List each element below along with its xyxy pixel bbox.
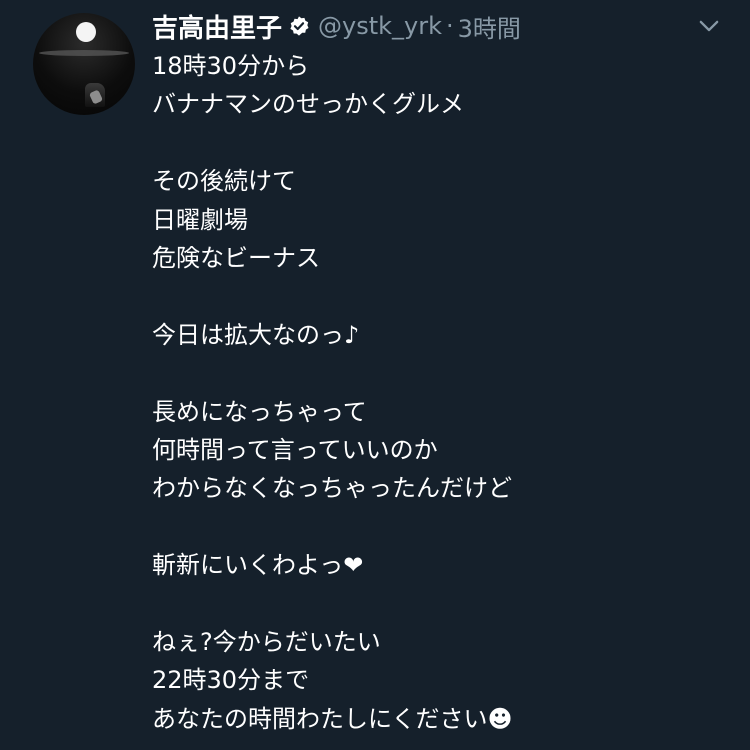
tweet-text-blank-line [152,508,732,546]
tweet-text-line: 危険なビーナス [152,243,320,272]
verified-badge-icon [288,15,310,37]
tweet-text-line: 今日は拡大なのっ♪ [152,320,360,349]
tweet-text-blank-line [152,584,732,622]
tweet-text-line: 長めになっちゃって [152,397,367,426]
tweet-text-blank-line [152,354,732,392]
separator-dot: · [446,12,454,40]
tweet-timestamp[interactable]: 3時間 [458,9,521,44]
tweet-text-line: ねぇ?今からだいたい [152,627,381,656]
user-handle[interactable]: @ystk_yrk [318,12,442,40]
chevron-down-icon[interactable] [695,12,723,40]
display-name[interactable]: 吉高由里子 [152,8,282,45]
tweet-text-line: あなたの時間わたしにください☻ [152,704,513,733]
tweet-text-line: その後続けて [152,167,296,196]
tweet-text-line: わからなくなっちゃったんだけど [152,474,512,503]
tweet-text-line: 日曜劇場 [152,205,248,234]
tweet-text-blank-line [152,277,732,315]
avatar[interactable] [33,13,135,115]
tweet-text-line: バナナマンのせっかくグルメ [152,90,464,119]
tweet-text-line: 22時30分まで [152,666,310,695]
avatar-moon [76,22,96,42]
tweet-text-line: 斬新にいくわよっ❤︎ [152,551,364,580]
tweet-text-line: 何時間って言っていいのか [152,435,438,464]
tweet-header: 吉高由里子 @ystk_yrk · 3時間 [152,8,521,44]
tweet-text-line: 18時30分から [152,52,310,80]
tweet-text-blank-line [152,124,732,162]
tweet-text: 18時30分から バナナマンのせっかくグルメ その後続けて 日曜劇場 危険なビー… [152,47,732,738]
avatar-stage [39,50,129,56]
tweet-card: 吉高由里子 @ystk_yrk · 3時間 18時30分から バナナマンのせっか… [0,0,750,750]
